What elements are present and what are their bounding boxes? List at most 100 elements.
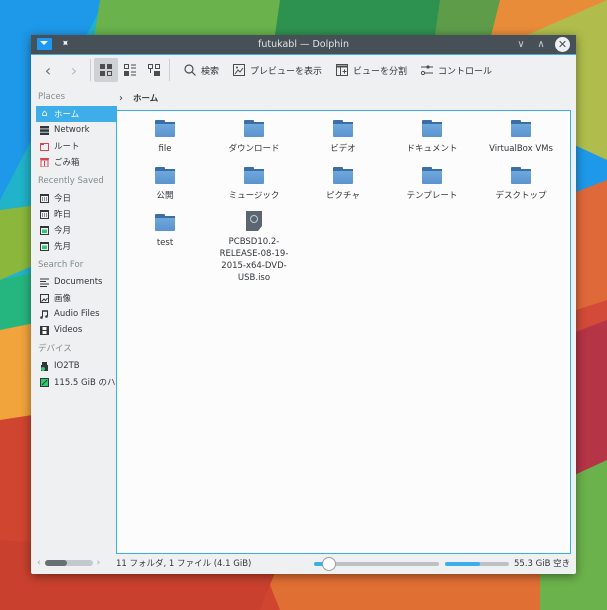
sidebar-item-audio-files[interactable]: Audio Files: [36, 306, 117, 322]
sidebar-item-yesterday[interactable]: 昨日: [36, 206, 117, 222]
sidebar-item-hard-drive[interactable]: 115.5 GiB のハ: [36, 374, 117, 390]
file-name: テンプレート: [406, 191, 458, 201]
file-name: ダウンロード: [228, 144, 280, 154]
titlebar[interactable]: ✦ futukabl — Dolphin ∨ ∧ ✕: [31, 35, 576, 55]
dolphin-window: ✦ futukabl — Dolphin ∨ ∧ ✕ ‹ › 検索 プレビューを…: [31, 35, 576, 574]
folder-icon: [333, 167, 353, 184]
maximize-button[interactable]: ∧: [535, 37, 547, 52]
sidebar-item-images[interactable]: 画像: [36, 290, 117, 306]
toolbar: ‹ › 検索 プレビューを表示 ビューを分割 コントロール: [31, 55, 576, 85]
folder-icon: [155, 167, 175, 184]
file-item[interactable]: PCBSD10.2- RELEASE-08-19- 2015-x64-DVD- USB…: [210, 211, 298, 284]
calendar-icon: [40, 209, 49, 219]
split-view-button[interactable]: ビューを分割: [333, 58, 410, 82]
search-icon: [184, 64, 196, 76]
compact-view-icon: [124, 64, 136, 76]
toolbar-separator: [90, 59, 91, 81]
sidebar-item-label: 今日: [54, 194, 72, 204]
folder-item[interactable]: ピクチャ: [299, 167, 387, 202]
folder-item[interactable]: ビデオ: [299, 120, 387, 155]
control-button[interactable]: コントロール: [418, 58, 495, 82]
zoom-slider[interactable]: [314, 557, 439, 571]
network-icon: [40, 125, 49, 135]
breadcrumb-home[interactable]: ホーム: [133, 92, 158, 104]
hard-drive-icon: [40, 377, 49, 387]
disc-image-icon: [246, 211, 262, 231]
compact-view-button[interactable]: [118, 58, 142, 82]
sidebar-item-label: Videos: [54, 325, 83, 335]
sidebar-item-label: Documents: [54, 277, 103, 287]
folder-item[interactable]: VirtualBox VMs: [477, 120, 565, 155]
file-name: test: [156, 238, 174, 248]
home-icon: ⌂: [41, 108, 48, 119]
sidebar-item-label: 今月: [54, 226, 72, 236]
forward-button[interactable]: ›: [61, 58, 87, 82]
folder-icon: [155, 214, 175, 231]
sidebar-item-last-month[interactable]: 先月: [36, 238, 117, 254]
sidebar-item-label: IO2TB: [54, 361, 80, 371]
disk-space-fill: [445, 562, 481, 566]
folder-item[interactable]: テンプレート: [388, 167, 476, 202]
document-icon: [40, 278, 49, 287]
image-icon: [40, 293, 49, 303]
folder-item[interactable]: file: [121, 120, 209, 155]
statusbar-scroller[interactable]: ‹ ›: [37, 558, 109, 568]
sidebar-item-label: ホーム: [54, 110, 80, 120]
sidebar-item-documents[interactable]: Documents: [36, 274, 117, 290]
sidebar-item-trash[interactable]: ごみ箱: [36, 154, 117, 170]
music-icon: [40, 309, 49, 319]
preview-button[interactable]: プレビューを表示: [230, 58, 325, 82]
folder-item[interactable]: 公開: [121, 167, 209, 202]
sidebar-item-this-month[interactable]: 今月: [36, 222, 117, 238]
places-panel: Places ⌂ ホーム Network ルート ごみ箱 Recently Sa…: [36, 90, 117, 552]
sidebar-item-label: 先月: [54, 242, 72, 252]
preview-label: プレビューを表示: [250, 66, 323, 77]
sidebar-item-network[interactable]: Network: [36, 122, 117, 138]
scroll-thumb[interactable]: [44, 560, 67, 566]
icons-view-button[interactable]: [94, 58, 118, 82]
close-button[interactable]: ✕: [555, 37, 570, 52]
sidebar-item-label: 昨日: [54, 210, 72, 220]
split-view-label: ビューを分割: [353, 66, 408, 77]
sidebar-item-root[interactable]: ルート: [36, 138, 117, 154]
breadcrumb-chevron-icon[interactable]: ›: [119, 93, 123, 104]
toolbar-separator: [169, 59, 170, 81]
section-recently-saved: Recently Saved: [38, 176, 104, 186]
section-places: Places: [38, 92, 66, 102]
folder-item[interactable]: ミュージック: [210, 167, 298, 202]
folder-icon: [422, 120, 442, 137]
back-button[interactable]: ‹: [35, 58, 61, 82]
status-summary: 11 フォルダ, 1 ファイル (4.1 GiB): [116, 559, 252, 569]
sidebar-item-label: 画像: [54, 294, 72, 304]
folder-item[interactable]: test: [121, 214, 209, 249]
sidebar-item-label: ルート: [54, 142, 80, 152]
status-bar: ‹ › 11 フォルダ, 1 ファイル (4.1 GiB) 55.3 GiB 空…: [31, 552, 576, 574]
folder-item[interactable]: ダウンロード: [210, 120, 298, 155]
sidebar-item-home[interactable]: ⌂ ホーム: [36, 106, 117, 122]
sidebar-item-videos[interactable]: Videos: [36, 322, 117, 338]
file-name: 公開: [156, 191, 174, 201]
sidebar-item-io2tb[interactable]: IO2TB: [36, 358, 117, 374]
sidebar-item-label: ごみ箱: [54, 158, 80, 168]
control-label: コントロール: [438, 66, 493, 77]
scroll-track[interactable]: [44, 560, 93, 566]
file-view[interactable]: file ダウンロード ビデオ ドキュメント VirtualBox VMs 公開 ミュージッ…: [116, 110, 571, 554]
sidebar-item-today[interactable]: 今日: [36, 190, 117, 206]
details-view-icon: [148, 64, 160, 76]
zoom-slider-handle[interactable]: [322, 557, 336, 571]
disk-space-bar: [445, 562, 509, 566]
folder-item[interactable]: ドキュメント: [388, 120, 476, 155]
split-view-icon: [336, 64, 349, 76]
details-view-button[interactable]: [142, 58, 166, 82]
folder-item[interactable]: デスクトップ: [477, 167, 565, 202]
control-menu-icon: [421, 65, 434, 76]
trash-icon: [40, 157, 49, 167]
file-name: ビデオ: [330, 144, 356, 154]
breadcrumb: › ホーム: [117, 89, 158, 107]
search-button[interactable]: 検索: [181, 58, 222, 82]
minimize-button[interactable]: ∨: [515, 37, 527, 52]
image-preview-icon: [233, 64, 246, 76]
window-title: futukabl — Dolphin: [258, 39, 349, 50]
scroll-right-icon[interactable]: ›: [97, 558, 101, 568]
scroll-left-icon[interactable]: ‹: [37, 558, 41, 568]
